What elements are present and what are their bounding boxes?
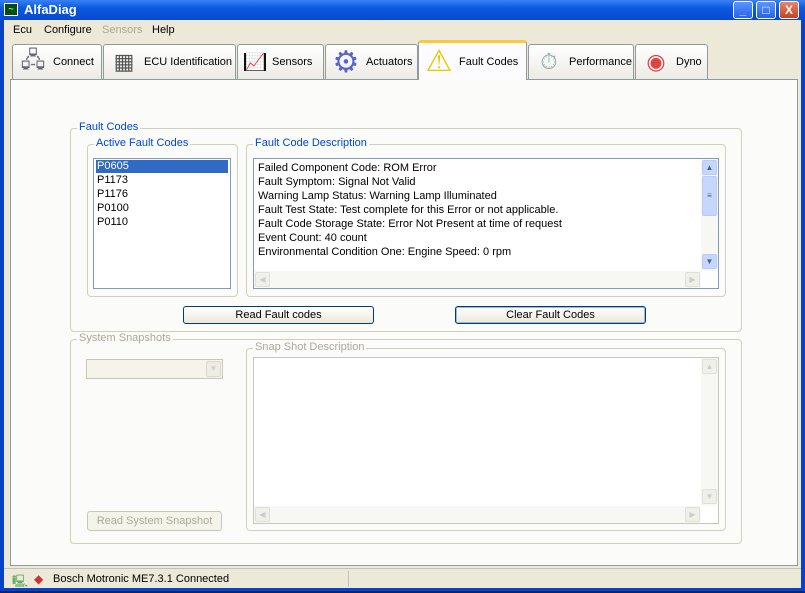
tab-dyno[interactable]: ◉ Dyno	[635, 44, 708, 79]
list-item[interactable]: P1173	[96, 174, 228, 187]
tab-performance[interactable]: ⏱ Performance	[528, 44, 634, 79]
tab-ecu-identification[interactable]: ▦ ECU Identification	[103, 44, 236, 79]
active-fault-codes-group: Active Fault Codes P0605 P1173 P1176 P01…	[87, 137, 238, 297]
minimize-button[interactable]: _	[733, 1, 753, 19]
gauge-icon: ◉	[646, 49, 666, 74]
title-bar[interactable]: ~ AlfaDiag _ □ X	[0, 0, 805, 20]
gear-icon: ⚙	[332, 45, 360, 79]
group-label: Snap Shot Description	[253, 341, 367, 353]
scroll-up-icon[interactable]: ▲	[702, 160, 717, 175]
read-fault-codes-button[interactable]: Read Fault codes	[183, 306, 374, 324]
group-label: System Snapshots	[77, 332, 173, 344]
scroll-down-icon: ▼	[702, 489, 717, 504]
chevron-down-icon: ▼	[206, 361, 221, 377]
list-item[interactable]: P0605	[96, 160, 228, 173]
scroll-thumb[interactable]: ≡	[702, 176, 717, 216]
scroll-right-icon: ▶	[685, 507, 700, 522]
scroll-left-icon: ◀	[255, 507, 270, 522]
tab-sensors[interactable]: 📈 Sensors	[237, 44, 324, 79]
tab-actuators[interactable]: ⚙ Actuators	[325, 44, 418, 79]
snapshot-description-group: Snap Shot Description ▲ ▼ ◀ ▶	[246, 341, 726, 531]
tab-fault-codes[interactable]: ⚠ Fault Codes	[418, 40, 527, 80]
monitor-icon: 📈	[244, 53, 266, 71]
scroll-left-icon[interactable]: ◀	[255, 272, 270, 287]
computer-icon: 🖳	[12, 574, 29, 588]
tab-connect[interactable]: 🖧 Connect	[12, 44, 102, 79]
menu-sensors: Sensors	[102, 24, 143, 36]
group-label: Active Fault Codes	[94, 137, 191, 149]
snapshot-description-textbox: ▲ ▼ ◀ ▶	[253, 357, 719, 524]
menu-help[interactable]: Help	[152, 24, 175, 36]
description-line: Failed Component Code: ROM Error	[258, 162, 437, 174]
close-button[interactable]: X	[779, 1, 799, 19]
status-text: Bosch Motronic ME7.3.1 Connected	[53, 573, 230, 585]
connector-icon: ◆	[34, 572, 44, 586]
tab-label: Actuators	[366, 56, 413, 68]
group-label: Fault Codes	[77, 121, 141, 133]
fault-code-description-group: Fault Code Description Failed Component …	[246, 137, 726, 297]
tab-panel: Fault Codes Active Fault Codes P0605 P11…	[10, 79, 798, 566]
horizontal-scrollbar[interactable]: ◀ ▶	[254, 271, 701, 288]
list-item[interactable]: P0100	[96, 202, 228, 215]
client-area: Ecu Configure Sensors Help 🖧 Connect ▦ ECU…	[4, 20, 801, 588]
status-divider	[348, 571, 349, 587]
tab-label: Performance	[569, 56, 632, 68]
network-drive-icon: 🖧	[20, 47, 46, 72]
app-window: ~ AlfaDiag _ □ X Ecu Configure Sensors H…	[0, 0, 805, 591]
tab-label: Fault Codes	[459, 55, 519, 68]
scroll-down-icon[interactable]: ▼	[702, 254, 717, 269]
description-line: Warning Lamp Status: Warning Lamp Illumi…	[258, 190, 497, 202]
status-bar: 🖳 ◆ Bosch Motronic ME7.3.1 Connected	[4, 568, 801, 588]
stopwatch-icon: ⏱	[540, 49, 558, 74]
tab-label: Sensors	[272, 56, 313, 68]
tab-label: ECU Identification	[144, 56, 233, 68]
clear-fault-codes-button[interactable]: Clear Fault Codes	[455, 306, 646, 324]
list-item[interactable]: P1176	[96, 188, 228, 201]
group-label: Fault Code Description	[253, 137, 369, 149]
description-line: Environmental Condition One: Engine Spee…	[258, 246, 512, 258]
snapshot-select: ▼	[86, 359, 223, 379]
vertical-scrollbar[interactable]: ▲ ≡ ▼	[701, 159, 718, 271]
window-title: AlfaDiag	[24, 2, 77, 17]
description-line: Fault Test State: Test complete for this…	[258, 204, 559, 216]
scroll-right-icon[interactable]: ▶	[685, 272, 700, 287]
fault-description-textbox[interactable]: Failed Component Code: ROM Error Fault S…	[253, 158, 719, 289]
scroll-up-icon: ▲	[702, 359, 717, 374]
warning-icon: ⚠	[425, 45, 453, 78]
tab-label: Connect	[53, 56, 94, 68]
list-item[interactable]: P0110	[96, 216, 228, 229]
description-line: Fault Symptom: Signal Not Valid	[258, 176, 416, 188]
menu-bar: Ecu Configure Sensors Help	[4, 20, 801, 40]
description-line: Event Count: 40 count	[258, 232, 367, 244]
tab-label: Dyno	[676, 56, 702, 68]
description-line: Fault Code Storage State: Error Not Pres…	[258, 218, 562, 230]
app-icon: ~	[4, 3, 18, 16]
read-system-snapshot-button: Read System Snapshot	[87, 511, 222, 531]
menu-configure[interactable]: Configure	[44, 24, 92, 36]
menu-ecu[interactable]: Ecu	[13, 24, 32, 36]
fault-code-list[interactable]: P0605 P1173 P1176 P0100 P0110	[93, 158, 231, 289]
vertical-scrollbar: ▲ ▼	[701, 358, 718, 506]
chip-icon: ▦	[113, 49, 135, 74]
maximize-button[interactable]: □	[756, 1, 776, 19]
horizontal-scrollbar: ◀ ▶	[254, 506, 701, 523]
